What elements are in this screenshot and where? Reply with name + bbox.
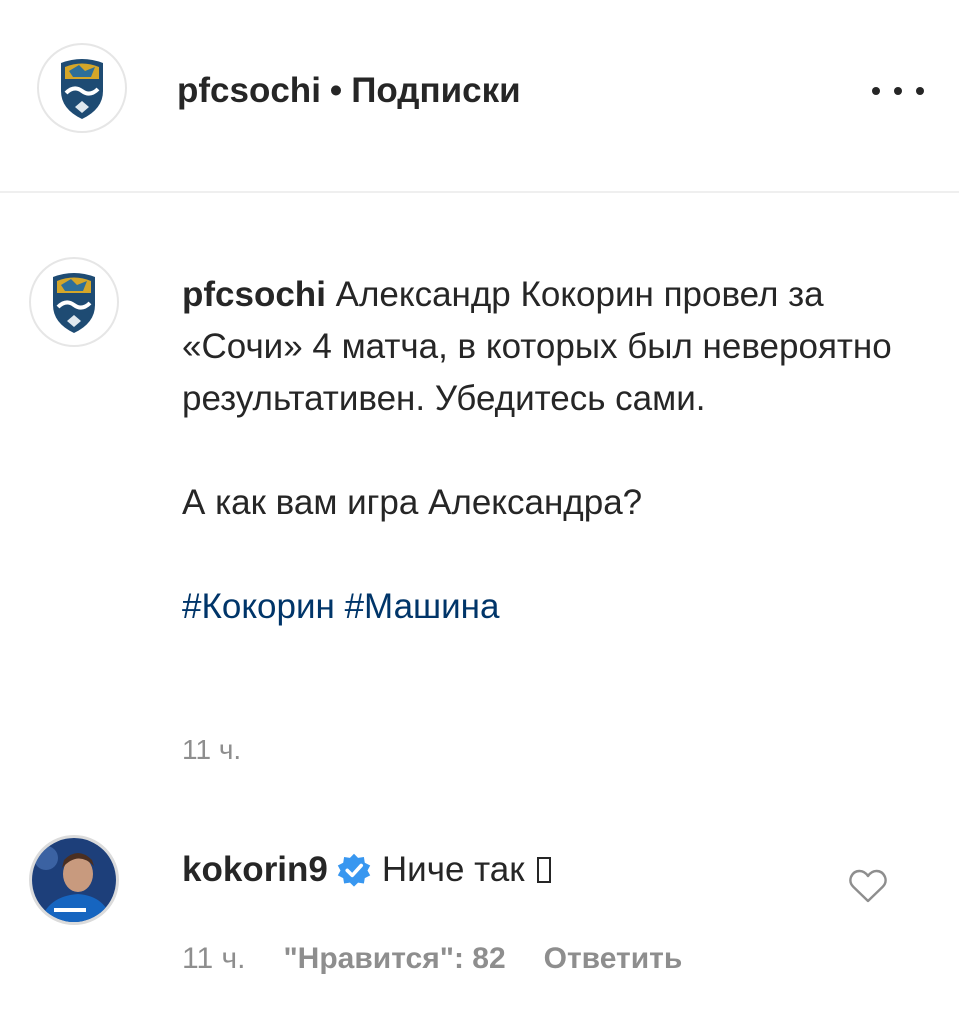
heart-outline-icon[interactable] — [848, 868, 888, 904]
header-username[interactable]: pfcsochi — [177, 71, 321, 110]
pfcsochi-logo — [53, 273, 95, 333]
caption-avatar[interactable] — [29, 257, 119, 347]
more-dot — [894, 87, 902, 95]
comment-meta: 11 ч. "Нравится": 82 Ответить — [182, 942, 682, 976]
kokorin9-photo — [32, 838, 116, 922]
more-dot — [916, 87, 924, 95]
post-header: pfcsochi • Подписки — [0, 0, 959, 193]
caption-timestamp[interactable]: 11 ч. — [182, 734, 241, 766]
emoji-placeholder-glyph — [536, 857, 551, 883]
pfcsochi-avatar[interactable] — [37, 43, 127, 133]
more-dot — [872, 87, 880, 95]
comment-likes-count[interactable]: "Нравится": 82 — [283, 942, 505, 976]
pfcsochi-logo — [61, 59, 103, 119]
comment-timestamp[interactable]: 11 ч. — [182, 942, 245, 976]
header-separator: • — [329, 71, 343, 110]
following-link[interactable]: Подписки — [351, 71, 520, 110]
caption-text: pfcsochi Александр Кокорин провел за «Со… — [182, 269, 922, 633]
comment-username[interactable]: kokorin9 — [182, 845, 328, 895]
caption-username[interactable]: pfcsochi — [182, 275, 326, 314]
hashtag-link[interactable]: #Кокорин — [182, 587, 335, 626]
caption-question: А как вам игра Александра? — [182, 483, 643, 522]
comment-text: Ниче так — [381, 850, 525, 889]
more-options-icon[interactable] — [872, 78, 924, 104]
kokorin9-avatar[interactable] — [29, 835, 119, 925]
comment-line: kokorin9 Ниче так — [182, 845, 551, 895]
header-title: pfcsochi • Подписки — [177, 70, 521, 112]
caption-hashtags: #Кокорин #Машина — [182, 581, 922, 633]
verified-badge-icon — [337, 853, 371, 887]
caption-paragraph: pfcsochi Александр Кокорин провел за «Со… — [182, 269, 922, 425]
hashtag-link[interactable]: #Машина — [345, 587, 500, 626]
reply-button[interactable]: Ответить — [544, 942, 683, 976]
